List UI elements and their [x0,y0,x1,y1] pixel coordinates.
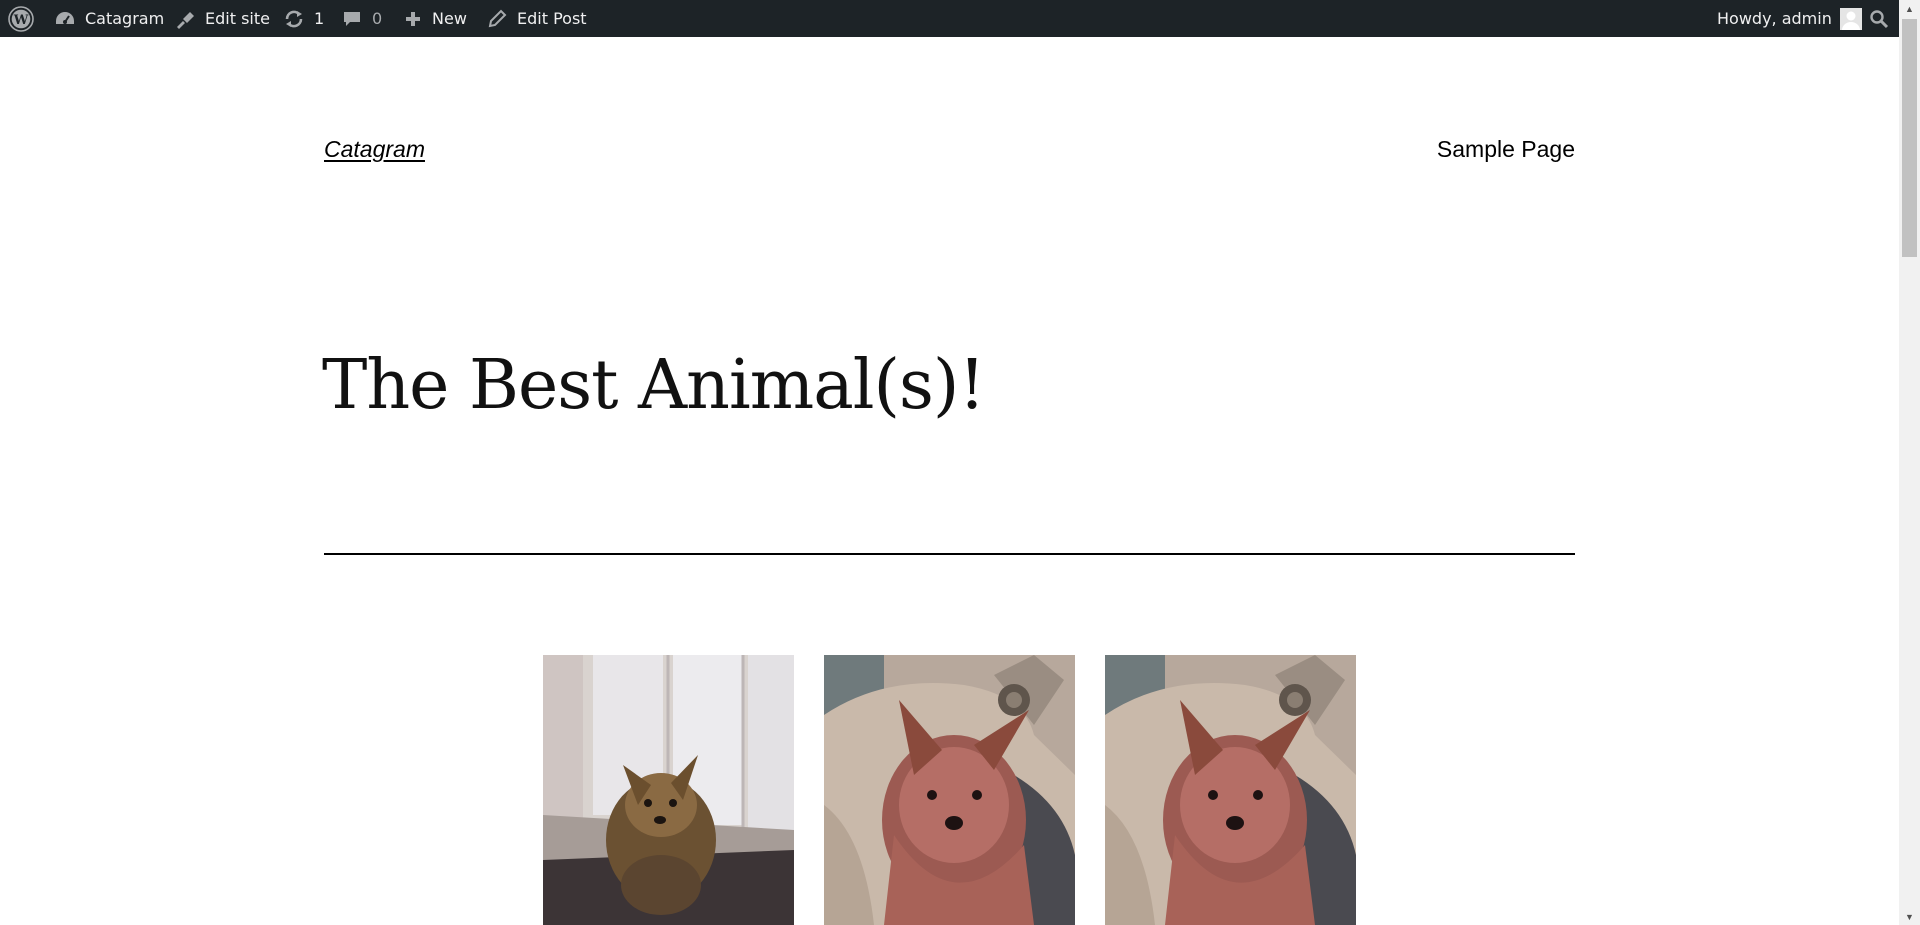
adminbar-new-label: New [432,9,467,28]
comment-icon [342,9,362,29]
plus-icon [404,10,422,28]
adminbar-site-name: Catagram [85,9,165,28]
brush-icon [174,9,196,29]
adminbar-site-menu[interactable]: Catagram [54,0,164,37]
adminbar-comments[interactable]: 0 [342,0,382,37]
comments-count: 0 [372,9,383,28]
updates-icon [283,9,305,29]
scroll-down-arrow-icon[interactable]: ▼ [1899,908,1920,925]
separator [324,553,1575,555]
yorkie-photo-icon [1105,655,1356,925]
scrollbar-thumb[interactable] [1902,19,1917,257]
gallery-image-3[interactable] [1105,655,1356,925]
adminbar-account[interactable]: Howdy, admin [1717,0,1862,37]
page-title: The Best Animal(s)! [322,346,986,425]
adminbar-edit-site-label: Edit site [205,9,270,28]
nav-item-sample-page[interactable]: Sample Page [1437,136,1575,163]
wordpress-logo-icon[interactable]: W [8,0,34,37]
adminbar-edit-post[interactable]: Edit Post [487,0,587,37]
adminbar-edit-site[interactable]: Edit site [174,0,270,37]
adminbar-new[interactable]: New [404,0,467,37]
pencil-icon [487,9,507,29]
updates-count: 1 [314,9,325,28]
site-title[interactable]: Catagram [324,136,425,163]
avatar [1839,7,1862,30]
gallery-image-2[interactable] [824,655,1075,925]
admin-bar: W Catagram Edit site 1 0 New Edit Post H… [0,0,1899,37]
page-scrollbar[interactable]: ▲ ▼ [1899,0,1920,925]
scroll-up-arrow-icon[interactable]: ▲ [1899,0,1920,17]
yorkie-photo-icon [543,655,794,925]
adminbar-edit-post-label: Edit Post [517,9,587,28]
dashboard-icon [54,10,76,28]
gallery-image-1[interactable] [543,655,794,925]
yorkie-photo-icon [824,655,1075,925]
adminbar-updates[interactable]: 1 [283,0,324,37]
search-icon[interactable] [1869,0,1889,37]
howdy-label: Howdy, admin [1717,9,1832,28]
svg-text:W: W [13,13,29,28]
